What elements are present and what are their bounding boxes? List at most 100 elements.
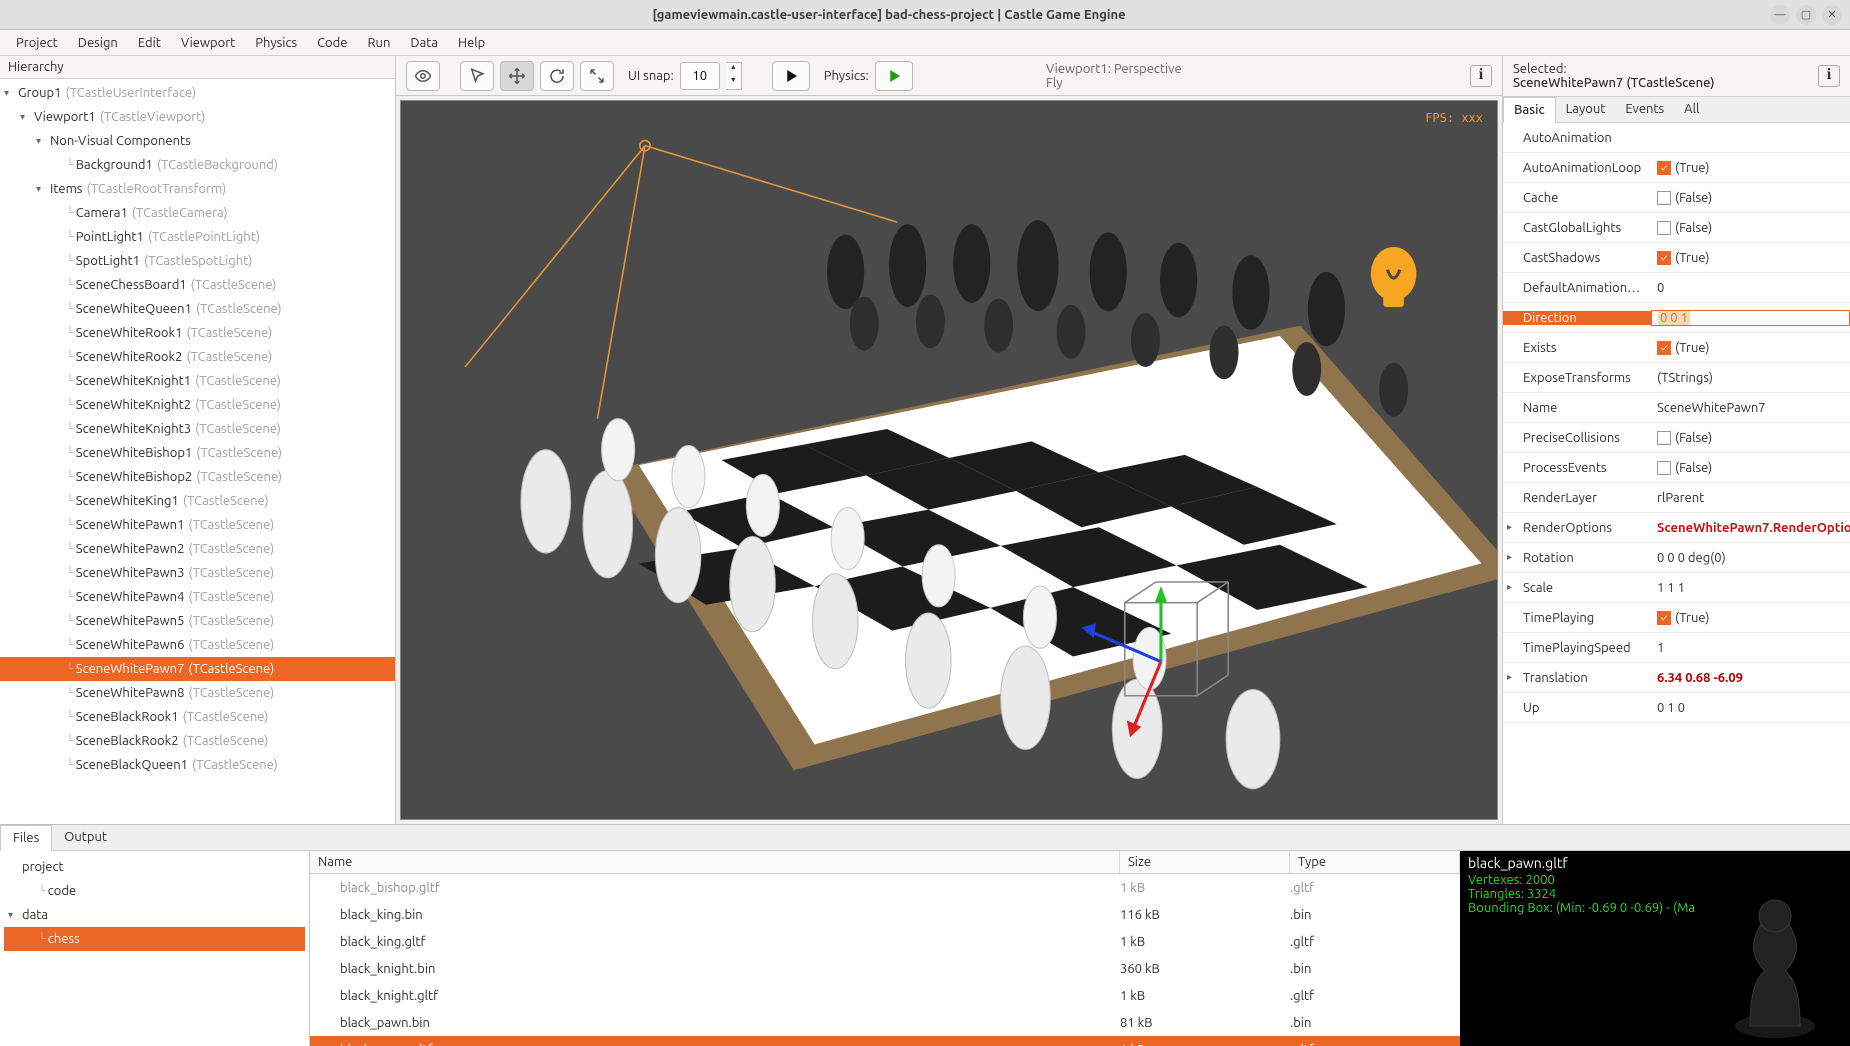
file-black_king.gltf[interactable]: black_king.gltf1 kB.gltf [310, 928, 1460, 955]
prop-Name[interactable]: NameSceneWhitePawn7 [1503, 393, 1850, 423]
hierarchy-item-SpotLight1[interactable]: └SpotLight1(TCastleSpotLight) [0, 249, 395, 273]
property-list[interactable]: AutoAnimationAutoAnimationLoop✓(True)Cac… [1503, 123, 1850, 824]
hierarchy-item-SceneWhiteQueen1[interactable]: └SceneWhiteQueen1(TCastleScene) [0, 297, 395, 321]
file-black_pawn.gltf[interactable]: black_pawn.gltf1 kB.gltf [310, 1036, 1460, 1046]
prop-Exists[interactable]: Exists✓(True) [1503, 333, 1850, 363]
prop-RenderOptions[interactable]: ▸RenderOptionsSceneWhitePawn7.RenderOpti… [1503, 513, 1850, 543]
prop-TimePlaying[interactable]: TimePlaying✓(True) [1503, 603, 1850, 633]
bottom-tab-files[interactable]: Files [0, 825, 52, 851]
hierarchy-item-PointLight1[interactable]: └PointLight1(TCastlePointLight) [0, 225, 395, 249]
hierarchy-item-SceneWhitePawn7[interactable]: └SceneWhitePawn7(TCastleScene) [0, 657, 395, 681]
hierarchy-item-SceneWhitePawn2[interactable]: └SceneWhitePawn2(TCastleScene) [0, 537, 395, 561]
folder-tree[interactable]: project└code▾data└chess [0, 851, 310, 1046]
hierarchy-item-SceneWhitePawn5[interactable]: └SceneWhitePawn5(TCastleScene) [0, 609, 395, 633]
rotate-tool-button[interactable] [540, 61, 574, 91]
prop-tab-basic[interactable]: Basic [1503, 97, 1556, 123]
prop-ProcessEvents[interactable]: ProcessEvents(False) [1503, 453, 1850, 483]
prop-tab-events[interactable]: Events [1615, 97, 1674, 122]
hierarchy-item-SceneWhitePawn6[interactable]: └SceneWhitePawn6(TCastleScene) [0, 633, 395, 657]
maximize-button[interactable]: ▢ [1796, 5, 1816, 25]
hierarchy-item-SceneWhiteRook2[interactable]: └SceneWhiteRook2(TCastleScene) [0, 345, 395, 369]
prop-CastGlobalLights[interactable]: CastGlobalLights(False) [1503, 213, 1850, 243]
hierarchy-tree[interactable]: ▾Group1(TCastleUserInterface)▾Viewport1(… [0, 79, 395, 824]
snap-stepper[interactable]: ▲▼ [726, 62, 742, 90]
col-name[interactable]: Name [310, 851, 1120, 873]
prop-TimePlayingSpeed[interactable]: TimePlayingSpeed1 [1503, 633, 1850, 663]
prop-Up[interactable]: Up0 1 0 [1503, 693, 1850, 723]
show-hide-button[interactable] [406, 61, 440, 91]
hierarchy-item-SceneWhitePawn4[interactable]: └SceneWhitePawn4(TCastleScene) [0, 585, 395, 609]
menu-run[interactable]: Run [359, 33, 398, 53]
prop-Rotation[interactable]: ▸Rotation0 0 0 deg(0) [1503, 543, 1850, 573]
file-black_king.bin[interactable]: black_king.bin116 kB.bin [310, 901, 1460, 928]
prop-AutoAnimationLoop[interactable]: AutoAnimationLoop✓(True) [1503, 153, 1850, 183]
select-tool-button[interactable] [460, 61, 494, 91]
menu-edit[interactable]: Edit [130, 33, 169, 53]
selected-info-button[interactable]: i [1818, 65, 1840, 87]
hierarchy-item-SceneWhiteKing1[interactable]: └SceneWhiteKing1(TCastleScene) [0, 489, 395, 513]
file-black_pawn.bin[interactable]: black_pawn.bin81 kB.bin [310, 1009, 1460, 1036]
hierarchy-item-SceneBlackRook1[interactable]: └SceneBlackRook1(TCastleScene) [0, 705, 395, 729]
hierarchy-item-SceneWhitePawn3[interactable]: └SceneWhitePawn3(TCastleScene) [0, 561, 395, 585]
prop-tab-all[interactable]: All [1674, 97, 1709, 122]
hierarchy-title: Hierarchy [0, 56, 395, 79]
col-size[interactable]: Size [1120, 851, 1290, 873]
menu-design[interactable]: Design [70, 33, 126, 53]
menu-project[interactable]: Project [8, 33, 66, 53]
selected-value: SceneWhitePawn7 (TCastleScene) [1513, 76, 1715, 90]
menu-data[interactable]: Data [402, 33, 446, 53]
prop-tab-layout[interactable]: Layout [1556, 97, 1616, 122]
col-type[interactable]: Type [1290, 851, 1460, 873]
menu-viewport[interactable]: Viewport [173, 33, 243, 53]
play-button[interactable] [772, 61, 810, 91]
prop-DefaultAnimationTransition[interactable]: DefaultAnimationTransition0 [1503, 273, 1850, 303]
prop-Scale[interactable]: ▸Scale1 1 1 [1503, 573, 1850, 603]
bottom-tab-output[interactable]: Output [52, 825, 119, 850]
hierarchy-item-Non-Visual Components[interactable]: ▾Non-Visual Components [0, 129, 395, 153]
minimize-button[interactable]: — [1770, 5, 1790, 25]
prop-Direction[interactable]: Direction0 0 1 [1503, 303, 1850, 333]
snap-input[interactable] [680, 62, 720, 90]
hierarchy-item-SceneWhiteBishop1[interactable]: └SceneWhiteBishop1(TCastleScene) [0, 441, 395, 465]
file-black_bishop.gltf[interactable]: black_bishop.gltf1 kB.gltf [310, 874, 1460, 901]
hierarchy-item-SceneWhiteKnight3[interactable]: └SceneWhiteKnight3(TCastleScene) [0, 417, 395, 441]
prop-Cache[interactable]: Cache(False) [1503, 183, 1850, 213]
viewport-3d[interactable]: FPS: xxx [400, 100, 1498, 820]
file-black_knight.bin[interactable]: black_knight.bin360 kB.bin [310, 955, 1460, 982]
hierarchy-item-SceneWhiteBishop2[interactable]: └SceneWhiteBishop2(TCastleScene) [0, 465, 395, 489]
file-list-header: Name Size Type [310, 851, 1460, 874]
prop-ExposeTransforms[interactable]: ExposeTransforms(TStrings) [1503, 363, 1850, 393]
hierarchy-item-SceneBlackQueen1[interactable]: └SceneBlackQueen1(TCastleScene) [0, 753, 395, 777]
menu-help[interactable]: Help [450, 33, 493, 53]
file-rows[interactable]: black_bishop.gltf1 kB.gltfblack_king.bin… [310, 874, 1460, 1046]
info-button[interactable]: i [1470, 65, 1492, 87]
hierarchy-item-SceneWhiteKnight2[interactable]: └SceneWhiteKnight2(TCastleScene) [0, 393, 395, 417]
prop-RenderLayer[interactable]: RenderLayerrlParent [1503, 483, 1850, 513]
menu-physics[interactable]: Physics [247, 33, 305, 53]
scale-tool-button[interactable] [580, 61, 614, 91]
physics-play-button[interactable] [875, 61, 913, 91]
hierarchy-item-SceneWhitePawn8[interactable]: └SceneWhitePawn8(TCastleScene) [0, 681, 395, 705]
hierarchy-item-Group1[interactable]: ▾Group1(TCastleUserInterface) [0, 81, 395, 105]
hierarchy-item-SceneChessBoard1[interactable]: └SceneChessBoard1(TCastleScene) [0, 273, 395, 297]
move-tool-button[interactable] [500, 61, 534, 91]
folder-data[interactable]: ▾data [4, 903, 305, 927]
folder-chess[interactable]: └chess [4, 927, 305, 951]
hierarchy-item-SceneBlackRook2[interactable]: └SceneBlackRook2(TCastleScene) [0, 729, 395, 753]
hierarchy-item-Camera1[interactable]: └Camera1(TCastleCamera) [0, 201, 395, 225]
prop-CastShadows[interactable]: CastShadows✓(True) [1503, 243, 1850, 273]
prop-PreciseCollisions[interactable]: PreciseCollisions(False) [1503, 423, 1850, 453]
menu-code[interactable]: Code [309, 33, 355, 53]
hierarchy-item-SceneWhiteRook1[interactable]: └SceneWhiteRook1(TCastleScene) [0, 321, 395, 345]
hierarchy-item-Background1[interactable]: └Background1(TCastleBackground) [0, 153, 395, 177]
hierarchy-item-Items[interactable]: ▾Items(TCastleRootTransform) [0, 177, 395, 201]
prop-AutoAnimation[interactable]: AutoAnimation [1503, 123, 1850, 153]
close-button[interactable]: ✕ [1822, 5, 1842, 25]
hierarchy-item-SceneWhiteKnight1[interactable]: └SceneWhiteKnight1(TCastleScene) [0, 369, 395, 393]
file-black_knight.gltf[interactable]: black_knight.gltf1 kB.gltf [310, 982, 1460, 1009]
prop-Translation[interactable]: ▸Translation6.34 0.68 -6.09 [1503, 663, 1850, 693]
hierarchy-item-Viewport1[interactable]: ▾Viewport1(TCastleViewport) [0, 105, 395, 129]
folder-project[interactable]: project [4, 855, 305, 879]
folder-code[interactable]: └code [4, 879, 305, 903]
hierarchy-item-SceneWhitePawn1[interactable]: └SceneWhitePawn1(TCastleScene) [0, 513, 395, 537]
